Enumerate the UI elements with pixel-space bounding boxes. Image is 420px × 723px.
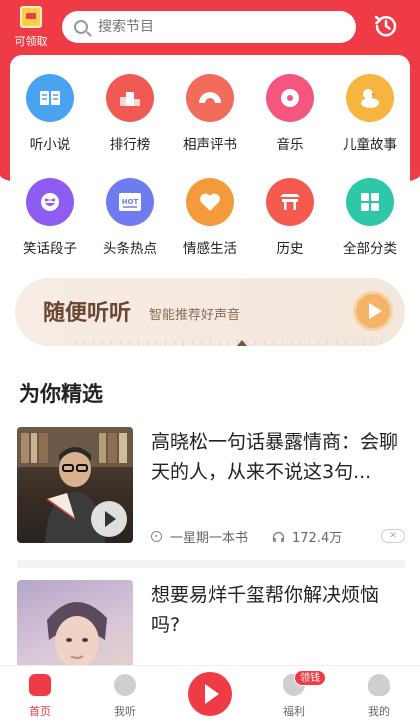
episode-title: 想要易烊千玺帮你解决烦恼吗? <box>151 584 380 636</box>
album-icon <box>151 531 162 542</box>
hot-news-icon: HOT <box>106 178 154 226</box>
coupon-button[interactable]: 可领取 <box>8 4 54 52</box>
album-name: 一星期一本书 <box>151 527 248 546</box>
banner-dial-marker <box>237 340 247 346</box>
category-history[interactable]: 历史 <box>250 178 330 257</box>
section-title: 为你精选 <box>19 382 103 406</box>
episode-thumbnail <box>17 427 133 543</box>
grid-icon <box>346 178 394 226</box>
search-icon <box>74 20 88 34</box>
play-count: 172.4万 <box>272 527 342 546</box>
category-jokes[interactable]: 笑话段子 <box>10 178 90 257</box>
fan-icon <box>186 74 234 122</box>
category-music[interactable]: 音乐 <box>250 74 330 153</box>
category-label: 全部分类 <box>343 241 397 257</box>
banner-title: 随便听听 <box>43 301 132 326</box>
tab-mine[interactable]: 我的 <box>349 674 409 719</box>
bottom-tab-bar: 首页 我听 福利 领钱 我的 <box>0 665 420 723</box>
heart-icon <box>114 674 136 696</box>
play-icon[interactable] <box>91 501 127 537</box>
laugh-face-icon <box>26 178 74 226</box>
random-listen-banner[interactable]: 随便听听 智能推荐好声音 <box>15 278 405 346</box>
tab-label: 我听 <box>114 705 136 718</box>
earn-badge: 领钱 <box>294 670 326 686</box>
category-label: 历史 <box>276 241 304 257</box>
home-tv-icon <box>29 674 51 696</box>
category-all[interactable]: 全部分类 <box>330 178 410 257</box>
temple-icon <box>266 178 314 226</box>
category-emotion[interactable]: 情感生活 <box>170 178 250 257</box>
headphones-icon <box>272 531 285 542</box>
album-name-text: 一星期一本书 <box>170 531 249 546</box>
play-count-text: 172.4万 <box>292 531 343 546</box>
tab-label: 首页 <box>29 705 51 718</box>
divider <box>17 560 405 568</box>
category-headlines[interactable]: HOT 头条热点 <box>90 178 170 257</box>
center-play-icon[interactable] <box>188 672 232 716</box>
tab-label: 福利 <box>283 705 305 718</box>
search-bar[interactable] <box>62 11 356 43</box>
coupon-icon <box>20 6 42 28</box>
category-label: 相声评书 <box>183 137 237 153</box>
tab-listen[interactable]: 我听 <box>95 674 155 719</box>
history-button[interactable] <box>372 12 400 40</box>
podium-icon <box>106 74 154 122</box>
category-crosstalk[interactable]: 相声评书 <box>170 74 250 153</box>
header: 可领取 <box>0 0 420 55</box>
duck-icon <box>346 74 394 122</box>
episode-title: 高晓松一句话暴露情商：会聊天的人，从来不说这3句... <box>151 431 399 483</box>
coupon-label: 可领取 <box>14 35 48 48</box>
category-ranking[interactable]: 排行榜 <box>90 74 170 153</box>
category-label: 排行榜 <box>109 137 151 153</box>
list-item[interactable]: 高晓松一句话暴露情商：会聊天的人，从来不说这3句... 一星期一本书 172.4… <box>0 427 420 546</box>
history-clock-icon <box>374 15 397 37</box>
list-item[interactable]: 想要易烊千玺帮你解决烦恼吗? <box>0 580 420 696</box>
dismiss-button[interactable]: ✕ <box>381 529 405 543</box>
category-label: 头条热点 <box>103 241 157 257</box>
music-note-icon <box>266 74 314 122</box>
search-input[interactable] <box>98 19 328 35</box>
banner-play-icon[interactable] <box>353 291 393 331</box>
category-label: 情感生活 <box>183 241 237 257</box>
banner-dial-ticks <box>75 340 385 346</box>
category-label: 音乐 <box>276 137 304 153</box>
svg-text:HOT: HOT <box>122 198 139 206</box>
category-label: 听小说 <box>29 137 71 153</box>
tab-home[interactable]: 首页 <box>10 674 70 719</box>
category-label: 笑话段子 <box>23 241 77 257</box>
category-card: 听小说 排行榜 相声评书 音乐 儿童故事 笑话段子 HOT 头条热点 情感生活 … <box>10 55 410 265</box>
banner-subtitle: 智能推荐好声音 <box>149 308 241 323</box>
category-label: 儿童故事 <box>343 137 397 153</box>
heart-icon <box>186 178 234 226</box>
book-icon <box>26 74 74 122</box>
category-kids[interactable]: 儿童故事 <box>330 74 410 153</box>
profile-icon <box>368 674 390 696</box>
category-novel[interactable]: 听小说 <box>10 74 90 153</box>
tab-label: 我的 <box>368 705 390 718</box>
